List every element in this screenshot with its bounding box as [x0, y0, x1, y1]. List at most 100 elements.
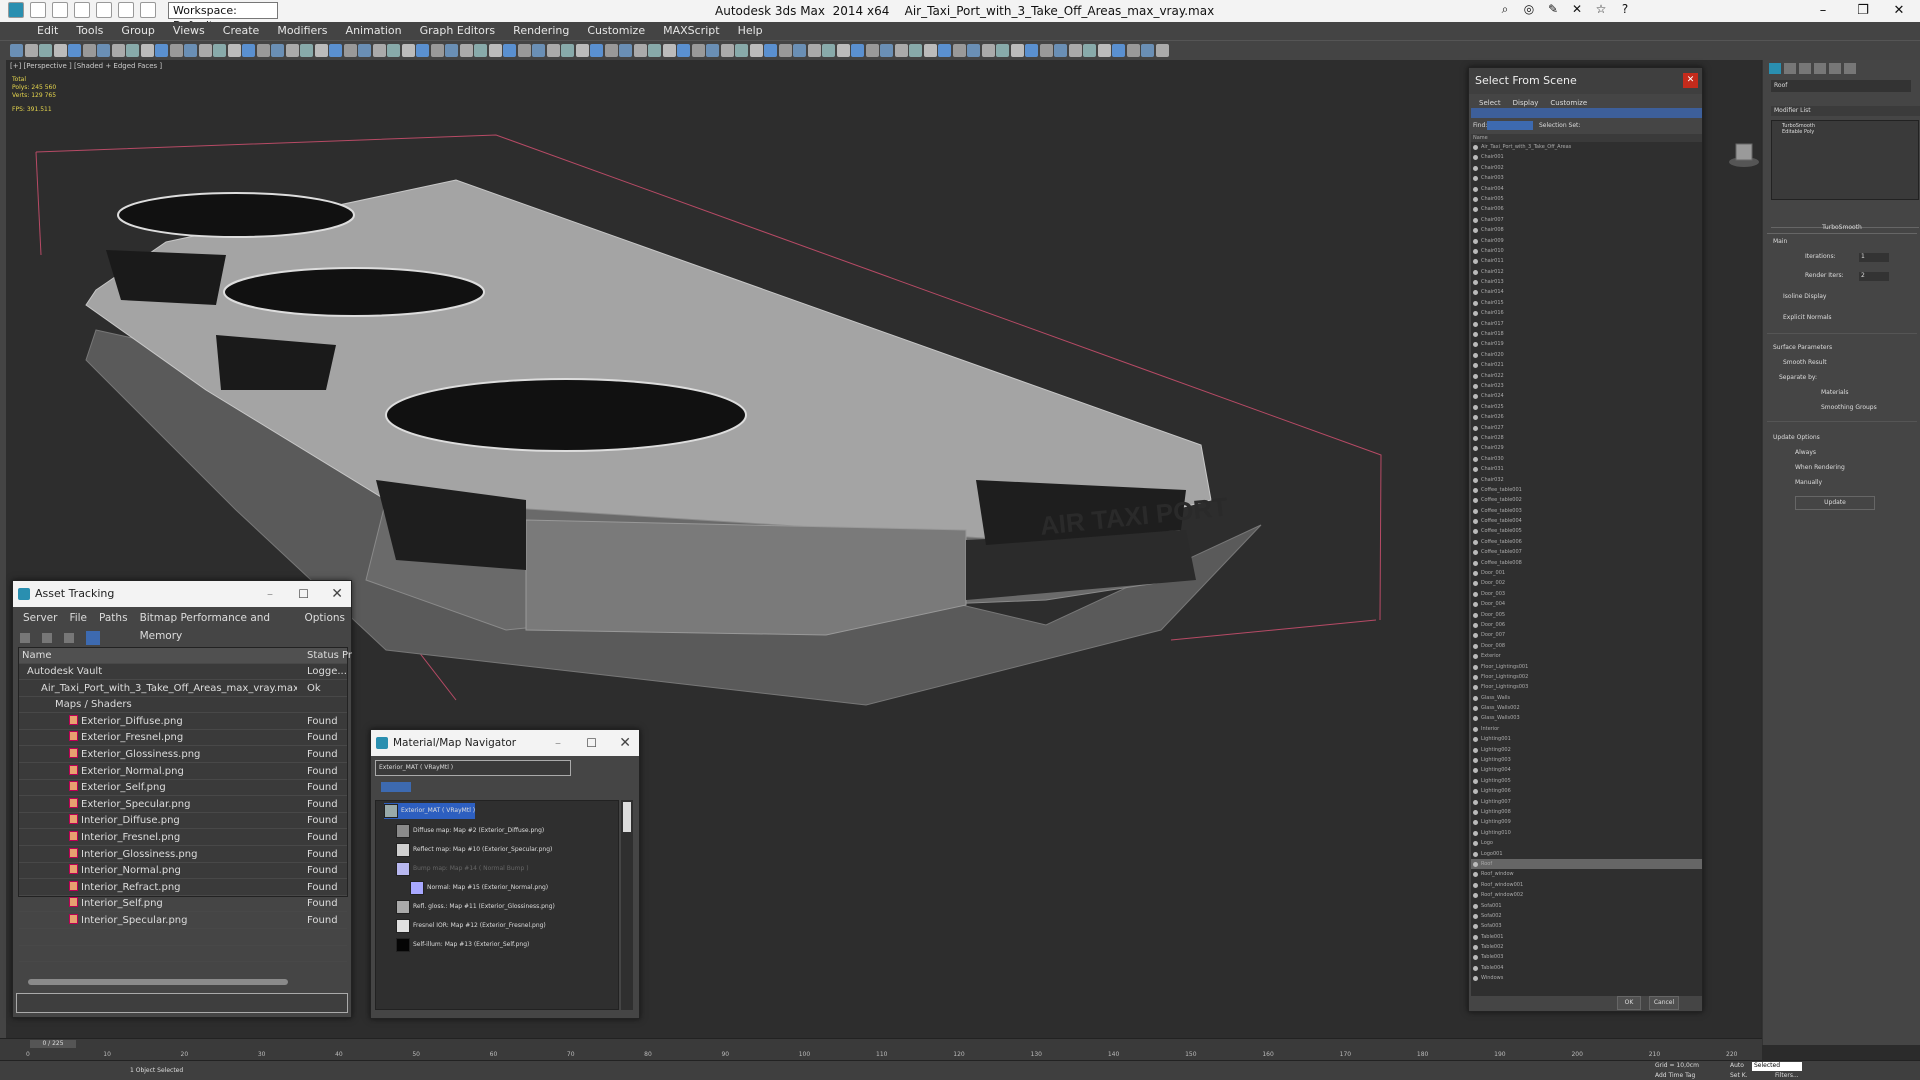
toolbar-tool-icon[interactable] — [749, 44, 763, 57]
scene-object-row[interactable]: Table001 — [1471, 932, 1702, 942]
scene-object-row[interactable]: Coffee_table007 — [1471, 547, 1702, 557]
asset-toolbar-icon-3[interactable] — [64, 633, 74, 643]
save-file-icon[interactable] — [74, 2, 90, 18]
scene-object-row[interactable]: Lighting002 — [1471, 745, 1702, 755]
scene-object-row[interactable]: Table003 — [1471, 952, 1702, 962]
sfs-column-header[interactable]: Name — [1471, 134, 1702, 142]
iterations-spinner[interactable]: 1 — [1859, 253, 1889, 262]
auto-key-button[interactable]: Auto — [1730, 1062, 1744, 1069]
toolbar-tool-icon[interactable] — [68, 44, 81, 57]
workspace-dropdown[interactable]: Workspace: Default — [168, 2, 278, 32]
toolbar-tool-icon[interactable] — [633, 44, 647, 57]
toolbar-tool-icon[interactable] — [1155, 44, 1169, 57]
toolbar-tool-icon[interactable] — [24, 44, 38, 57]
asset-row[interactable]: Exterior_Fresnel.png Found — [19, 730, 347, 747]
asset-menu-options[interactable]: Options — [298, 609, 351, 627]
toolbar-tool-icon[interactable] — [503, 44, 516, 57]
scene-object-row[interactable]: Coffee_table001 — [1471, 485, 1702, 495]
toolbar-tool-icon[interactable] — [97, 44, 110, 57]
toolbar-tool-icon[interactable] — [1068, 44, 1082, 57]
scene-object-row[interactable]: Door_004 — [1471, 599, 1702, 609]
map-item[interactable]: Self-illum: Map #13 (Exterior_Self.png) — [396, 937, 529, 953]
toolbar-tool-icon[interactable] — [561, 44, 574, 57]
asset-toolbar-icon-1[interactable] — [20, 633, 30, 643]
toolbar-tool-icon[interactable] — [169, 44, 183, 57]
scene-object-row[interactable]: Floor_Lightings002 — [1471, 672, 1702, 682]
scene-object-row[interactable]: Chair002 — [1471, 163, 1702, 173]
sfs-object-list[interactable]: Name Air_Taxi_Port_with_3_Take_Off_Areas… — [1471, 134, 1702, 996]
scene-object-row[interactable]: Chair010 — [1471, 246, 1702, 256]
scene-object-row[interactable]: Chair031 — [1471, 464, 1702, 474]
asset-maximize-button[interactable]: ☐ — [298, 581, 309, 607]
scene-object-row[interactable]: Door_003 — [1471, 589, 1702, 599]
asset-path-field[interactable] — [16, 993, 348, 1013]
toolbar-tool-icon[interactable] — [1126, 44, 1140, 57]
scene-object-row[interactable]: Roof_window002 — [1471, 890, 1702, 900]
timeline[interactable]: 0 / 225 0 10 20 30 40 50 60 70 80 90 100 110 120 130 1… — [0, 1038, 1762, 1060]
scene-object-row[interactable]: Chair021 — [1471, 360, 1702, 370]
scene-object-row[interactable]: Chair015 — [1471, 298, 1702, 308]
asset-col-name[interactable]: Name — [22, 648, 52, 664]
scene-object-row[interactable]: Coffee_table005 — [1471, 526, 1702, 536]
asset-col-pr[interactable]: Pr — [342, 648, 352, 664]
toolbar-tool-icon[interactable] — [952, 44, 966, 57]
mmn-view-toggle[interactable] — [381, 782, 411, 792]
scene-object-row[interactable]: Logo — [1471, 838, 1702, 848]
mmn-maximize-button[interactable]: ☐ — [586, 730, 597, 756]
toolbar-tool-icon[interactable] — [691, 44, 705, 57]
asset-row[interactable]: Interior_Normal.png Found — [19, 863, 347, 880]
scene-object-row[interactable]: Lighting010 — [1471, 828, 1702, 838]
asset-menu-file[interactable]: File — [63, 609, 93, 627]
scene-object-row[interactable]: Roof — [1471, 858, 1702, 870]
toolbar-tool-icon[interactable] — [271, 44, 284, 57]
set-key-button[interactable]: Set K. — [1730, 1072, 1748, 1079]
toolbar-tool-icon[interactable] — [140, 44, 154, 57]
menu-create[interactable]: Create — [214, 22, 269, 40]
map-item[interactable]: Bump map: Map #14 ( Normal Bump ) — [396, 861, 529, 877]
menu-graph-editors[interactable]: Graph Editors — [411, 22, 505, 40]
toolbar-tool-icon[interactable] — [677, 44, 690, 57]
add-time-tag[interactable]: Add Time Tag — [1655, 1072, 1695, 1079]
scene-object-row[interactable]: Chair003 — [1471, 173, 1702, 183]
toolbar-tool-icon[interactable] — [242, 44, 255, 57]
scene-object-row[interactable]: Lighting003 — [1471, 755, 1702, 765]
toolbar-tool-icon[interactable] — [198, 44, 212, 57]
asset-row[interactable]: Exterior_Diffuse.png Found — [19, 714, 347, 730]
asset-row[interactable]: Interior_Specular.png Found — [19, 913, 347, 929]
isoline-checkbox[interactable]: Isoline Display — [1767, 283, 1917, 304]
toolbar-tool-icon[interactable] — [938, 44, 951, 57]
toolbar-tool-icon[interactable] — [416, 44, 429, 57]
sfs-cancel-button[interactable]: Cancel — [1649, 996, 1679, 1010]
toolbar-tool-icon[interactable] — [314, 44, 328, 57]
sfs-find-input[interactable] — [1487, 121, 1533, 130]
toolbar-tool-icon[interactable] — [285, 44, 299, 57]
toolbar-tool-icon[interactable] — [1112, 44, 1125, 57]
toolbar-tool-icon[interactable] — [1039, 44, 1053, 57]
scene-object-row[interactable]: Door_005 — [1471, 610, 1702, 620]
search-icon[interactable]: ⌕ — [1496, 2, 1514, 19]
scene-object-row[interactable]: Chair006 — [1471, 204, 1702, 214]
toolbar-tool-icon[interactable] — [923, 44, 937, 57]
toolbar-tool-icon[interactable] — [793, 44, 806, 57]
manually-radio[interactable]: Manually — [1767, 473, 1917, 488]
scene-object-row[interactable]: Exterior — [1471, 651, 1702, 661]
toolbar-tool-icon[interactable] — [459, 44, 473, 57]
scene-object-row[interactable]: Chair009 — [1471, 236, 1702, 246]
asset-menu-paths[interactable]: Paths — [93, 609, 134, 627]
toolbar-tool-icon[interactable] — [401, 44, 415, 57]
viewcube-icon[interactable] — [1728, 140, 1760, 168]
mmn-scrollbar[interactable] — [621, 800, 633, 1010]
menu-group[interactable]: Group — [112, 22, 164, 40]
toolbar-tool-icon[interactable] — [764, 44, 777, 57]
scene-object-row[interactable]: Sofa002 — [1471, 911, 1702, 921]
toolbar-tool-icon[interactable] — [343, 44, 357, 57]
toolbar-tool-icon[interactable] — [967, 44, 980, 57]
asset-row[interactable]: Interior_Fresnel.png Found — [19, 830, 347, 846]
selected-dropdown[interactable]: Selected — [1752, 1062, 1802, 1071]
binoculars-icon[interactable]: ◎ — [1520, 2, 1538, 19]
scene-object-row[interactable]: Door_001 — [1471, 568, 1702, 578]
toolbar-tool-icon[interactable] — [184, 44, 197, 57]
scene-object-row[interactable]: Coffee_table008 — [1471, 558, 1702, 568]
asset-menu-server[interactable]: Server — [17, 609, 63, 627]
toolbar-tool-icon[interactable] — [39, 44, 52, 57]
